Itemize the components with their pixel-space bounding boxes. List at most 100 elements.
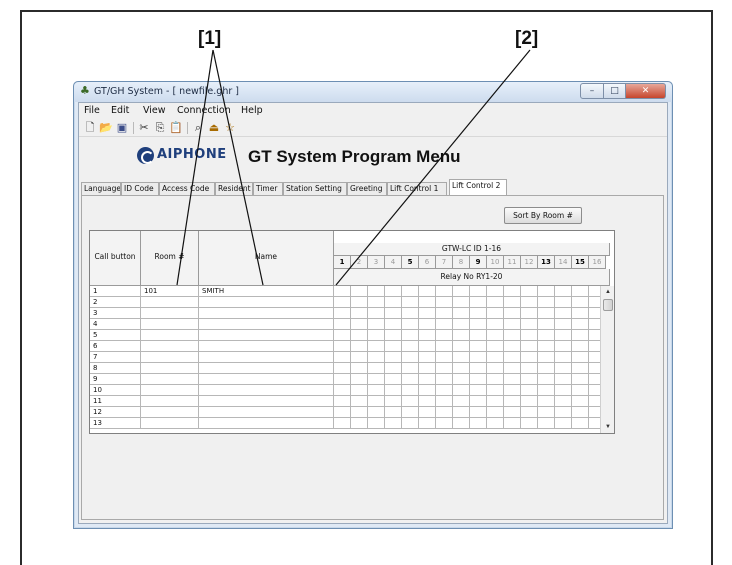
relay-cell[interactable]: [538, 319, 555, 329]
copy-icon[interactable]: ⎘: [153, 121, 167, 135]
relay-cell[interactable]: [385, 330, 402, 340]
call-button-cell[interactable]: 7: [90, 352, 141, 362]
room-cell[interactable]: [141, 418, 199, 428]
call-button-cell[interactable]: 12: [90, 407, 141, 417]
relay-cell[interactable]: [504, 363, 521, 373]
relay-cell[interactable]: [436, 286, 453, 296]
menu-file[interactable]: File: [84, 105, 100, 116]
relay-cell[interactable]: [470, 407, 487, 417]
relay-cell[interactable]: [402, 396, 419, 406]
download-icon[interactable]: ☆: [223, 121, 237, 135]
relay-cell[interactable]: [487, 319, 504, 329]
tab-resident[interactable]: Resident: [215, 182, 253, 195]
relay-cell[interactable]: [504, 308, 521, 318]
relay-cell[interactable]: [470, 418, 487, 428]
relay-cell[interactable]: [572, 418, 589, 428]
upload-icon[interactable]: ⏏: [207, 121, 221, 135]
relay-cell[interactable]: [368, 308, 385, 318]
relay-cell[interactable]: [385, 297, 402, 307]
tab-timer[interactable]: Timer: [253, 182, 283, 195]
room-cell[interactable]: [141, 308, 199, 318]
relay-cell[interactable]: [334, 297, 351, 307]
relay-cell[interactable]: [402, 407, 419, 417]
room-cell[interactable]: 101: [141, 286, 199, 296]
open-folder-icon[interactable]: 📂: [99, 121, 113, 135]
relay-cell[interactable]: [555, 418, 572, 428]
relay-cell[interactable]: [385, 396, 402, 406]
relay-cell[interactable]: [504, 297, 521, 307]
relay-cell[interactable]: [334, 341, 351, 351]
relay-cell[interactable]: [487, 297, 504, 307]
menu-connection[interactable]: Connection: [177, 105, 231, 116]
relay-cell[interactable]: [521, 363, 538, 373]
relay-cell[interactable]: [334, 396, 351, 406]
relay-cell[interactable]: [504, 330, 521, 340]
relay-cell[interactable]: [419, 374, 436, 384]
relay-cell[interactable]: [453, 418, 470, 428]
relay-cell[interactable]: [504, 319, 521, 329]
relay-cell[interactable]: [572, 286, 589, 296]
tab-access-code[interactable]: Access Code: [159, 182, 215, 195]
relay-cell[interactable]: [521, 396, 538, 406]
relay-cell[interactable]: [487, 286, 504, 296]
relay-cell[interactable]: [419, 418, 436, 428]
relay-cell[interactable]: [368, 297, 385, 307]
relay-cell[interactable]: [334, 308, 351, 318]
relay-cell[interactable]: [419, 297, 436, 307]
relay-cell[interactable]: [487, 330, 504, 340]
relay-cell[interactable]: [470, 374, 487, 384]
relay-cell[interactable]: [436, 363, 453, 373]
tab-id-code[interactable]: ID Code: [121, 182, 159, 195]
relay-cell[interactable]: [487, 363, 504, 373]
relay-cell[interactable]: [368, 319, 385, 329]
call-button-cell[interactable]: 4: [90, 319, 141, 329]
relay-cell[interactable]: [521, 286, 538, 296]
relay-cell[interactable]: [351, 297, 368, 307]
relay-cell[interactable]: [504, 286, 521, 296]
vertical-scrollbar[interactable]: ▲ ▼: [600, 286, 614, 433]
minimize-button[interactable]: –: [580, 83, 604, 99]
relay-cell[interactable]: [521, 385, 538, 395]
name-cell[interactable]: [199, 407, 334, 417]
relay-cell[interactable]: [436, 407, 453, 417]
relay-cell[interactable]: [351, 396, 368, 406]
relay-cell[interactable]: [453, 385, 470, 395]
call-button-cell[interactable]: 1: [90, 286, 141, 296]
relay-cell[interactable]: [555, 407, 572, 417]
relay-cell[interactable]: [436, 319, 453, 329]
relay-cell[interactable]: [487, 407, 504, 417]
relay-cell[interactable]: [538, 374, 555, 384]
relay-cell[interactable]: [453, 308, 470, 318]
relay-cell[interactable]: [555, 341, 572, 351]
name-cell[interactable]: [199, 319, 334, 329]
call-button-cell[interactable]: 9: [90, 374, 141, 384]
room-cell[interactable]: [141, 385, 199, 395]
header-room[interactable]: Room #: [141, 231, 199, 286]
relay-cell[interactable]: [555, 319, 572, 329]
relay-cell[interactable]: [402, 308, 419, 318]
relay-cell[interactable]: [368, 396, 385, 406]
relay-cell[interactable]: [334, 319, 351, 329]
relay-cell[interactable]: [555, 352, 572, 362]
relay-cell[interactable]: [453, 374, 470, 384]
room-cell[interactable]: [141, 352, 199, 362]
relay-cell[interactable]: [334, 374, 351, 384]
relay-cell[interactable]: [368, 341, 385, 351]
relay-cell[interactable]: [572, 374, 589, 384]
relay-cell[interactable]: [351, 319, 368, 329]
relay-cell[interactable]: [487, 341, 504, 351]
scroll-up-icon[interactable]: ▲: [601, 286, 615, 298]
relay-cell[interactable]: [538, 385, 555, 395]
relay-cell[interactable]: [436, 308, 453, 318]
relay-cell[interactable]: [555, 330, 572, 340]
relay-cell[interactable]: [470, 319, 487, 329]
sort-by-room-button[interactable]: Sort By Room #: [504, 207, 582, 224]
relay-cell[interactable]: [521, 297, 538, 307]
relay-cell[interactable]: [385, 418, 402, 428]
relay-cell[interactable]: [555, 286, 572, 296]
relay-cell[interactable]: [555, 308, 572, 318]
relay-cell[interactable]: [419, 396, 436, 406]
relay-cell[interactable]: [351, 341, 368, 351]
relay-cell[interactable]: [368, 385, 385, 395]
relay-cell[interactable]: [487, 308, 504, 318]
